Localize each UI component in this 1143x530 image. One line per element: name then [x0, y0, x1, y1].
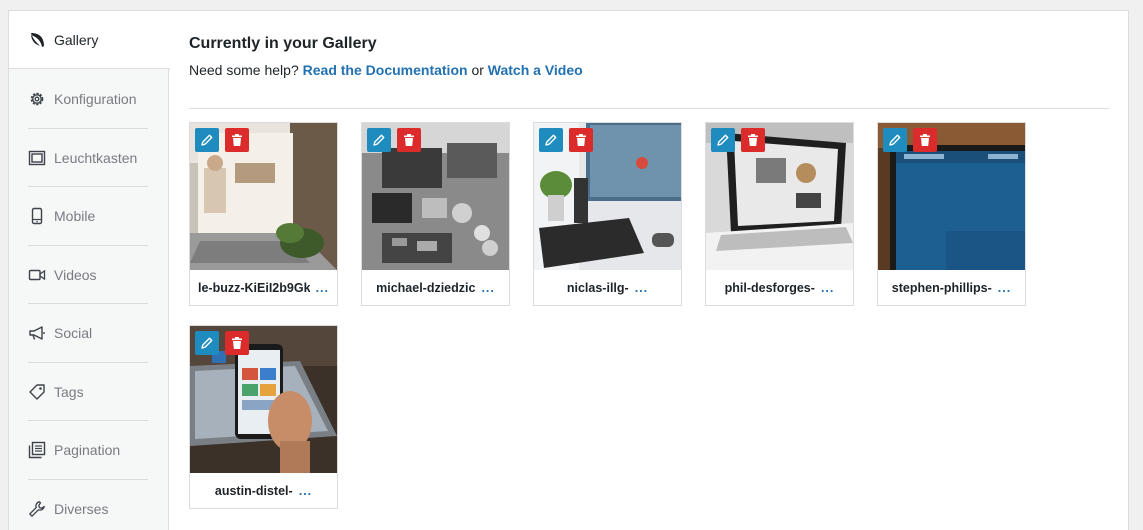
settings-sidebar: Gallery Konfiguration Leuchtkasten Mobil… — [9, 11, 170, 530]
lightbox-icon — [28, 149, 46, 167]
mobile-icon — [28, 207, 46, 225]
leaf-icon — [28, 31, 46, 49]
pencil-icon — [717, 134, 729, 146]
delete-button[interactable] — [397, 128, 421, 152]
content-divider — [189, 108, 1109, 109]
delete-button[interactable] — [741, 128, 765, 152]
gallery-item[interactable]: michael-dziedzic ... — [361, 122, 510, 306]
sidebar-item-social[interactable]: Social — [9, 304, 168, 362]
sidebar-item-leuchtkasten[interactable]: Leuchtkasten — [9, 129, 168, 187]
pencil-icon — [545, 134, 557, 146]
more-options-button[interactable]: ... — [481, 281, 494, 295]
image-name: michael-dziedzic — [376, 280, 476, 295]
help-prefix: Need some help? — [189, 62, 299, 78]
image-name: le-buzz-KiEiI2b9Gk — [198, 280, 310, 295]
trash-icon — [920, 134, 930, 146]
trash-icon — [232, 134, 242, 146]
sidebar-item-mobile[interactable]: Mobile — [9, 187, 168, 245]
megaphone-icon — [28, 324, 46, 342]
gallery-item[interactable]: austin-distel- ... — [189, 325, 338, 509]
wrench-icon — [28, 500, 46, 518]
image-name: austin-distel- — [214, 483, 293, 498]
gallery-item[interactable]: niclas-illg- ... — [533, 122, 682, 306]
gallery-caption: michael-dziedzic ... — [362, 270, 509, 305]
more-options-button[interactable]: ... — [299, 484, 312, 498]
page-title: Currently in your Gallery — [189, 35, 377, 52]
sidebar-item-label: Leuchtkasten — [54, 150, 138, 166]
edit-button[interactable] — [539, 128, 563, 152]
pencil-icon — [889, 134, 901, 146]
sidebar-item-label: Mobile — [54, 208, 96, 224]
documentation-link[interactable]: Read the Documentation — [303, 62, 468, 78]
image-name: niclas-illg- — [566, 280, 629, 295]
gear-icon — [28, 90, 46, 108]
sidebar-item-label: Tags — [54, 384, 84, 400]
help-or: or — [471, 62, 484, 78]
sidebar-item-tags[interactable]: Tags — [9, 363, 168, 421]
more-options-button[interactable]: ... — [635, 281, 648, 295]
sidebar-item-label: Videos — [54, 267, 97, 283]
gallery-caption: le-buzz-KiEiI2b9Gk ... — [190, 270, 337, 305]
delete-button[interactable] — [569, 128, 593, 152]
sidebar-item-label: Social — [54, 325, 93, 341]
trash-icon — [576, 134, 586, 146]
sidebar-item-label: Gallery — [54, 31, 99, 48]
image-name: phil-desforges- — [724, 280, 815, 295]
gallery-item[interactable]: stephen-phillips- ... — [877, 122, 1026, 306]
trash-icon — [232, 337, 242, 349]
sidebar-item-pagination[interactable]: Pagination — [9, 421, 168, 479]
edit-button[interactable] — [711, 128, 735, 152]
tag-icon — [28, 383, 46, 401]
sidebar-item-label: Konfiguration — [54, 91, 137, 107]
sidebar-item-gallery[interactable]: Gallery — [9, 11, 170, 69]
watch-video-link[interactable]: Watch a Video — [488, 62, 583, 78]
sidebar-item-label: Diverses — [54, 501, 109, 517]
help-text: Need some help? Read the Documentation o… — [189, 62, 583, 78]
pagination-icon — [28, 441, 46, 459]
gallery-caption: niclas-illg- ... — [534, 270, 681, 305]
pencil-icon — [201, 134, 213, 146]
sidebar-item-label: Pagination — [54, 442, 121, 458]
sidebar-item-konfiguration[interactable]: Konfiguration — [9, 70, 168, 128]
more-options-button[interactable]: ... — [316, 281, 329, 295]
trash-icon — [404, 134, 414, 146]
edit-button[interactable] — [367, 128, 391, 152]
edit-button[interactable] — [195, 128, 219, 152]
gallery-caption: austin-distel- ... — [190, 473, 337, 508]
delete-button[interactable] — [225, 128, 249, 152]
delete-button[interactable] — [225, 331, 249, 355]
delete-button[interactable] — [913, 128, 937, 152]
more-options-button[interactable]: ... — [821, 281, 834, 295]
pencil-icon — [373, 134, 385, 146]
edit-button[interactable] — [195, 331, 219, 355]
gallery-item[interactable]: phil-desforges- ... — [705, 122, 854, 306]
more-options-button[interactable]: ... — [998, 281, 1011, 295]
gallery-caption: phil-desforges- ... — [706, 270, 853, 305]
edit-button[interactable] — [883, 128, 907, 152]
image-name: stephen-phillips- — [891, 280, 992, 295]
sidebar-item-videos[interactable]: Videos — [9, 246, 168, 304]
video-icon — [28, 266, 46, 284]
trash-icon — [748, 134, 758, 146]
gallery-caption: stephen-phillips- ... — [878, 270, 1025, 305]
pencil-icon — [201, 337, 213, 349]
gallery-item[interactable]: le-buzz-KiEiI2b9Gk ... — [189, 122, 338, 306]
settings-panel: Gallery Konfiguration Leuchtkasten Mobil… — [8, 10, 1129, 530]
sidebar-item-diverses[interactable]: Diverses — [9, 480, 168, 530]
